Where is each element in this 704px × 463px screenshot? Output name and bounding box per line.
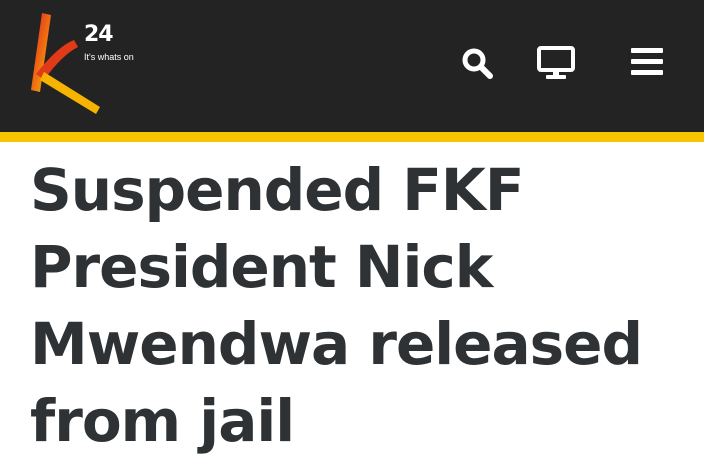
article-headline: Suspended FKF President Nick Mwendwa rel…: [30, 156, 643, 455]
logo-number: 24: [84, 22, 114, 47]
k24-logo[interactable]: 24 It's whats on: [28, 10, 138, 116]
menu-icon: [631, 48, 663, 75]
menu-button[interactable]: [628, 44, 666, 80]
page: 24 It's whats on Suspended FKF President…: [0, 0, 704, 463]
search-icon: [462, 48, 493, 79]
k-logo-icon: [31, 13, 100, 114]
tv-icon: [537, 46, 575, 79]
header-accent-bar: [0, 132, 704, 142]
site-header: 24 It's whats on: [0, 0, 704, 132]
logo-tagline: It's whats on: [84, 52, 134, 62]
search-button[interactable]: [460, 46, 494, 80]
tv-button[interactable]: [536, 44, 576, 82]
